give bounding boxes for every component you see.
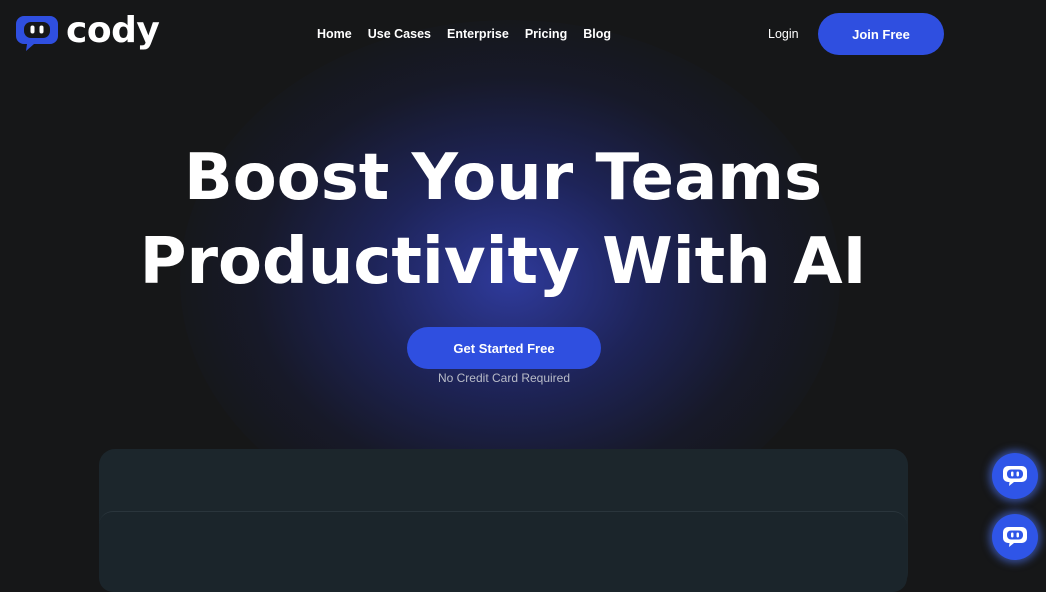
main-nav: Home Use Cases Enterprise Pricing Blog <box>317 27 611 41</box>
chat-bot-icon <box>16 16 58 51</box>
chat-bot-icon <box>1003 466 1027 486</box>
chat-widget-button[interactable] <box>992 453 1038 499</box>
cta-note: No Credit Card Required <box>437 371 571 385</box>
nav-link-pricing[interactable]: Pricing <box>525 27 567 41</box>
chat-bot-icon <box>1003 527 1027 547</box>
hero-title: Boost Your Teams Productivity With AI <box>0 136 1006 304</box>
nav-link-enterprise[interactable]: Enterprise <box>447 27 509 41</box>
brand-logo[interactable]: cody <box>16 10 160 52</box>
nav-link-blog[interactable]: Blog <box>583 27 611 41</box>
hero-title-line-2: Productivity With AI <box>139 225 867 299</box>
chat-widget-button[interactable] <box>992 514 1038 560</box>
login-link[interactable]: Login <box>768 27 799 41</box>
product-preview-panel <box>99 511 907 592</box>
nav-link-use-cases[interactable]: Use Cases <box>368 27 431 41</box>
join-free-button[interactable]: Join Free <box>818 13 944 55</box>
get-started-button[interactable]: Get Started Free <box>407 327 601 369</box>
nav-link-home[interactable]: Home <box>317 27 352 41</box>
hero-title-line-1: Boost Your Teams <box>183 141 823 215</box>
brand-name: cody <box>66 10 160 51</box>
